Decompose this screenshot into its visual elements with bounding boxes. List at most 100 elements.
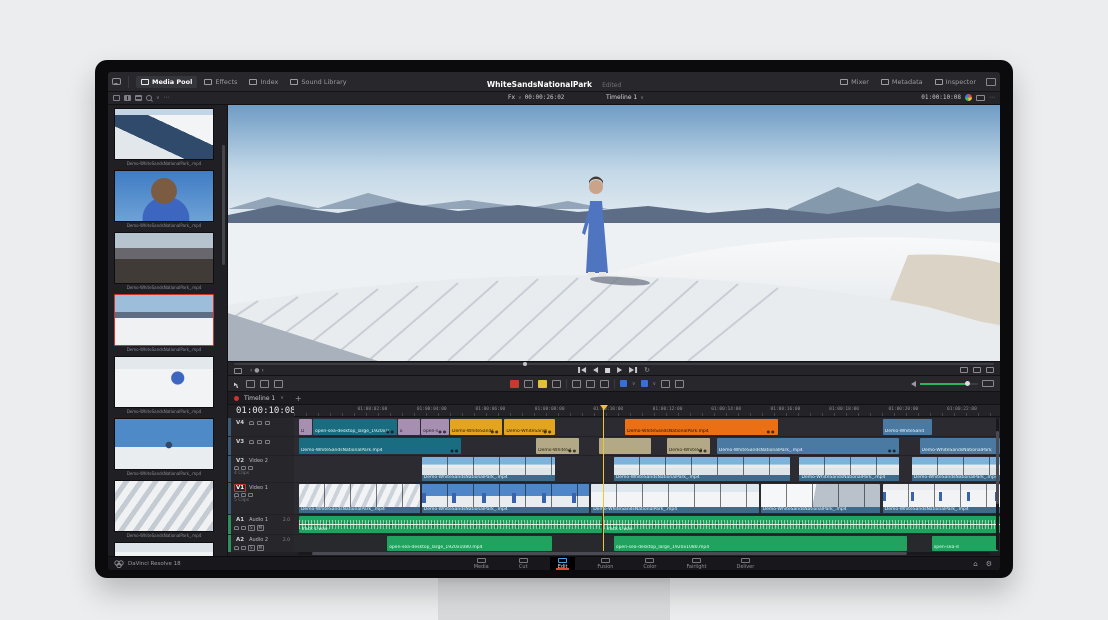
chevron-down-icon[interactable]: ∨ (632, 381, 636, 387)
timeline-clip[interactable]: Track 1.wav (299, 516, 602, 533)
auto-select-icon[interactable] (241, 493, 246, 497)
track-badge-a1[interactable]: A1 (234, 516, 246, 524)
media-pool-scrollbar[interactable] (222, 145, 225, 265)
feedback-chat-icon[interactable] (112, 78, 121, 85)
viewer-mode-icon[interactable] (234, 368, 242, 374)
customize-timeline-icon[interactable] (675, 380, 684, 388)
timeline-clip[interactable]: open-sea-desktop_large_1920x1080.mp4 (614, 536, 907, 551)
media-pool-clip-4[interactable]: Demo-WhiteSandsNationalPark_.mp4 (114, 294, 218, 352)
solo-button[interactable]: S (248, 525, 255, 531)
auto-select-icon[interactable] (241, 546, 246, 550)
track-badge-v3[interactable]: V3 (234, 438, 246, 446)
track-lock-icon[interactable] (234, 526, 239, 530)
timeline-clip[interactable]: open-sea-desktop_large_1920x1080.mp4 (387, 536, 551, 551)
track-header-a2[interactable]: A2Audio 22.0SM (228, 535, 294, 552)
chevron-down-icon[interactable]: ∨ (280, 395, 284, 401)
track-lock-icon[interactable] (249, 421, 254, 425)
panel-tab-sound-library[interactable]: Sound Library (285, 76, 351, 88)
track-badge-v4[interactable]: V4 (234, 419, 246, 427)
bin-view-icon[interactable] (113, 95, 120, 101)
track-enable-icon[interactable] (265, 421, 270, 425)
timeline-clip[interactable]: Demo-WhiteSandsNationalPark_.mp4 (614, 457, 790, 481)
timeline-clip[interactable]: Demo-WhiteSandsN●● (450, 419, 502, 435)
mixer-toggle-icon[interactable] (982, 380, 994, 387)
track-header-a1[interactable]: A1Audio 12.0SM (228, 515, 294, 534)
timeline-clip[interactable]: Demo-WhiteSandsNationalPark_.mp4 (591, 484, 758, 513)
media-pool-clip-7[interactable]: Demo-WhiteSandsNationalPark_.mp4 (114, 480, 218, 538)
jog-wheel-icon[interactable]: ‹ ● › (250, 367, 264, 374)
track-lane-v4[interactable]: Demoopen-sea-desktop_large_1920x1080.mp4… (294, 418, 1000, 436)
media-thumbnail-crest[interactable] (114, 418, 214, 470)
track-enable-icon[interactable] (248, 493, 253, 497)
timeline-clip[interactable]: Track 1.wav (604, 516, 1000, 533)
media-pool-clip-5[interactable]: Demo-WhiteSandsNationalPark_.mp4 (114, 356, 218, 414)
track-lane-a2[interactable]: open-sea-desktop_large_1920x1080.mp4 open… (294, 535, 1000, 552)
track-enable-icon[interactable] (248, 466, 253, 470)
chevron-down-icon[interactable]: ∨ (156, 95, 160, 101)
horizontal-scroll-thumb[interactable] (312, 552, 907, 555)
go-to-start-button[interactable] (578, 367, 586, 373)
media-thumbnail-mountains[interactable] (114, 294, 214, 346)
chevron-down-icon[interactable]: ∨ (653, 381, 657, 387)
list-view-icon[interactable] (135, 95, 142, 101)
media-thumbnail-dune-curve[interactable] (114, 108, 214, 160)
play-reverse-button[interactable] (593, 367, 598, 373)
timeline-vertical-scrollbar[interactable] (996, 418, 999, 550)
track-lock-icon[interactable] (234, 493, 239, 497)
timeline-clip[interactable]: Demo-WhiteSandsN●● (504, 419, 554, 435)
timeline-clip[interactable]: open-sea-d (932, 536, 998, 551)
media-thumbnail-walker-blue[interactable] (114, 542, 214, 556)
play-button[interactable] (617, 367, 622, 373)
thumbnail-view-icon[interactable] (124, 95, 131, 101)
mute-button[interactable]: M (257, 525, 264, 531)
media-pool-clip-3[interactable]: Demo-WhiteSandsNationalPark_.mp4 (114, 232, 218, 290)
track-lane-v3[interactable]: Demo-WhiteSandsNationalPark.mp4●●Demo-Wh… (294, 437, 1000, 455)
stop-button[interactable] (605, 368, 610, 373)
auto-select-icon[interactable] (257, 421, 262, 425)
add-timeline-button[interactable]: + (295, 394, 302, 403)
auto-select-icon[interactable] (257, 440, 262, 444)
home-icon[interactable]: ⌂ (973, 560, 977, 568)
media-thumbnail-dusk[interactable] (114, 232, 214, 284)
flag-icon[interactable] (552, 380, 561, 388)
timeline-clip[interactable]: Demo-WhiteSa●● (667, 438, 710, 454)
page-tab-deliver[interactable]: Deliver (729, 557, 763, 570)
timeline-horizontal-scrollbar[interactable] (298, 552, 990, 555)
page-tab-cut[interactable]: Cut (511, 557, 536, 570)
timeline-clip[interactable]: o (398, 419, 421, 435)
viewer-options-icon[interactable]: ⋯ (989, 94, 996, 101)
timeline-clip[interactable]: Demo-WhiteSandsNationalPark_.mp4 (299, 484, 420, 513)
loop-button[interactable]: ↻ (644, 367, 650, 373)
timeline-clip[interactable]: Demo-WhiteSandsNationalPark_.mp4 (912, 457, 1000, 481)
track-lane-v2[interactable]: Demo-WhiteSandsNationalPark_.mp4 Demo-Whi… (294, 456, 1000, 482)
search-icon[interactable] (146, 95, 152, 101)
timeline-clip[interactable]: Demo (299, 419, 312, 435)
timeline-selector[interactable]: Timeline 1 ∨ (606, 94, 644, 101)
auto-select-icon[interactable] (241, 526, 246, 530)
media-thumbnail-ripples[interactable] (114, 480, 214, 532)
track-header-v4[interactable]: V4 (228, 418, 294, 436)
position-lock-icon[interactable] (600, 380, 609, 388)
panel-tab-mixer[interactable]: Mixer (835, 76, 874, 88)
dual-viewer-icon[interactable] (976, 95, 985, 101)
timeline-clip[interactable]: Demo-WhiteSandsNationalPark_.mp4 (422, 484, 589, 513)
auto-select-icon[interactable] (241, 466, 246, 470)
timeline-tab[interactable]: Timeline 1 (244, 395, 275, 402)
volume-slider-handle[interactable] (965, 381, 970, 386)
clip-out-icon[interactable] (986, 367, 994, 373)
timeline-playhead[interactable] (603, 405, 604, 551)
panel-tab-metadata[interactable]: Metadata (876, 76, 928, 88)
timeline-clip[interactable]: Demo-WhiteSandsNationalPark_.mp4●● (717, 438, 899, 454)
page-tab-media[interactable]: Media (466, 557, 497, 570)
track-header-v3[interactable]: V3 (228, 437, 294, 455)
record-marker-icon[interactable] (510, 380, 519, 388)
track-badge-v2[interactable]: V2 (234, 457, 246, 465)
media-pool-clip-1[interactable]: Demo-WhiteSandsNationalPark_.mp4 (114, 108, 218, 166)
track-header-v1[interactable]: V1Video 15 Clips (228, 483, 294, 514)
go-to-end-button[interactable] (629, 367, 637, 373)
timeline-clip[interactable]: Demo-WhiteSan●● (536, 438, 579, 454)
solo-button[interactable]: S (248, 545, 255, 551)
insert-edit-icon[interactable] (524, 380, 533, 388)
media-thumbnail-walker[interactable] (114, 356, 214, 408)
fx-label[interactable]: Fx (508, 94, 515, 101)
